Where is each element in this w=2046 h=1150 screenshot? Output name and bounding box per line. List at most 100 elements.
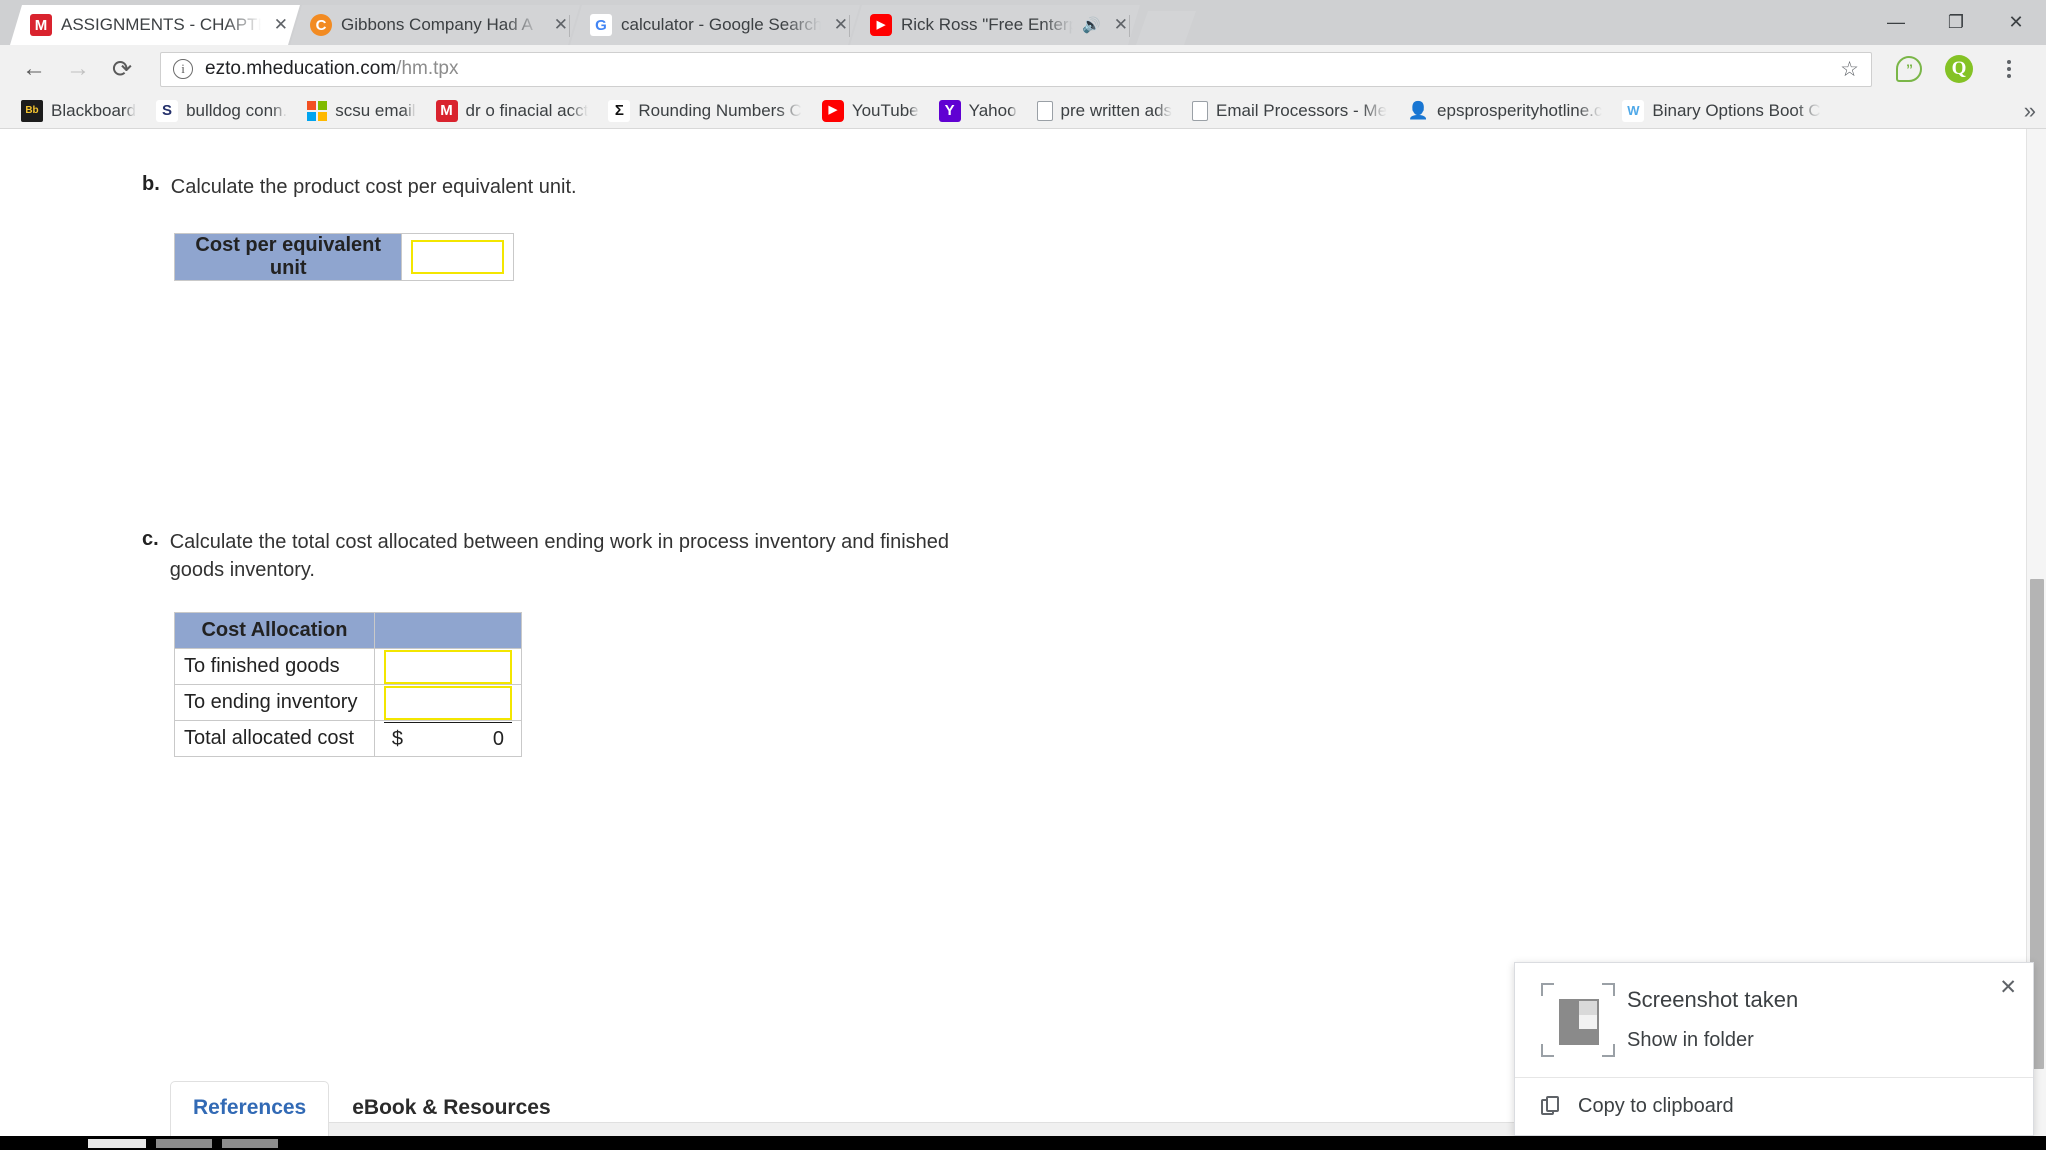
screenshot-thumbnail (1541, 983, 1615, 1057)
address-bar[interactable]: i ezto.mheducation.com/hm.tpx ☆ (160, 51, 1872, 87)
table-row: To ending inventory (174, 684, 523, 721)
tab-ebook-resources[interactable]: eBook & Resources (329, 1081, 573, 1136)
show-in-folder-link[interactable]: Show in folder (1627, 1029, 1798, 1052)
chegg-c-icon: C (310, 14, 332, 36)
bookmark-binary-options-boot[interactable]: W Binary Options Boot C (1613, 96, 1829, 126)
browser-tab-assignments[interactable]: M ASSIGNMENTS - CHAPTER ✕ (10, 5, 300, 45)
mheducation-m-icon: M (435, 99, 458, 122)
total-allocated-cost-value-row: $ 0 (383, 721, 512, 756)
question-b-text: Calculate the product cost per equivalen… (170, 176, 577, 198)
bookmark-label: YouTube (851, 100, 919, 120)
tab-references[interactable]: References (170, 1081, 330, 1136)
table-row: To finished goods (174, 648, 523, 685)
bookmark-scsu-email[interactable]: scsu email (298, 97, 424, 125)
bookmark-rounding-numbers[interactable]: Σ Rounding Numbers C (599, 96, 810, 126)
taskbar-item[interactable] (222, 1138, 278, 1148)
bookmark-label: scsu email (335, 100, 416, 120)
q-glyph: Q (1945, 55, 1973, 83)
table-row: Cost per equivalent unit (173, 233, 514, 281)
back-icon[interactable]: ← (14, 49, 54, 89)
tab-title: ASSIGNMENTS - CHAPTER (61, 15, 261, 34)
tab-strip: M ASSIGNMENTS - CHAPTER ✕ C Gibbons Comp… (0, 0, 2046, 45)
total-allocated-cost-value: 0 (492, 727, 504, 750)
new-tab-button[interactable] (1136, 11, 1196, 45)
bookmark-label: dr o finacial acct (465, 100, 589, 120)
table-row: Total allocated cost $ 0 (174, 720, 523, 757)
bookmark-yahoo[interactable]: Y Yahoo (930, 96, 1026, 126)
browser-tab-rickross[interactable]: ▶ Rick Ross "Free Enterprise" 🔊 ✕ (850, 5, 1140, 45)
notification-close-icon[interactable]: ✕ (1999, 975, 2017, 1000)
bookmark-bulldog-conn[interactable]: S bulldog conn. (147, 96, 296, 126)
mheducation-m-icon: M (30, 14, 52, 36)
cost-per-equivalent-unit-table: Cost per equivalent unit (173, 233, 514, 281)
bookmark-label: Email Processors - Me (1216, 100, 1388, 120)
bookmark-label: Rounding Numbers C (638, 100, 802, 120)
w-icon: W (1622, 99, 1645, 122)
browser-window: M ASSIGNMENTS - CHAPTER ✕ C Gibbons Comp… (0, 0, 2046, 1150)
to-finished-goods-input[interactable] (383, 649, 512, 684)
copy-icon (1541, 1096, 1560, 1117)
q-extension-icon[interactable]: Q (1936, 49, 1982, 89)
close-window-button[interactable]: ✕ (1986, 0, 2046, 45)
bookmark-dr-o-financial-acct[interactable]: M dr o finacial acct (427, 96, 598, 126)
bookmark-youtube[interactable]: ▶ YouTube (813, 96, 928, 126)
bookmark-pre-written-ads[interactable]: pre written ads (1028, 97, 1182, 125)
copy-to-clipboard-label: Copy to clipboard (1578, 1095, 1734, 1117)
question-c-prompt: c. Calculate the total cost allocated be… (142, 528, 1000, 585)
blackboard-icon: Bb (21, 99, 43, 122)
bookmarks-overflow-icon[interactable]: » (2024, 98, 2036, 124)
url-host: ezto.mheducation.com (205, 58, 397, 79)
tab-divider (569, 15, 570, 37)
reload-icon[interactable]: ⟳ (102, 49, 142, 89)
to-ending-inventory-label: To ending inventory (174, 684, 375, 721)
tab-audio-playing-icon[interactable]: 🔊 (1082, 16, 1101, 34)
browser-tab-gibbons[interactable]: C Gibbons Company Had A ✕ (290, 5, 580, 45)
bookmark-label: Binary Options Boot C (1652, 100, 1821, 120)
to-ending-inventory-input-cell[interactable] (373, 684, 523, 721)
google-g-icon: G (590, 14, 612, 36)
tab-divider (1129, 15, 1130, 37)
notification-body: Screenshot taken Show in folder ✕ (1515, 963, 2033, 1077)
hangouts-glyph: ” (1896, 56, 1922, 82)
document-icon (1036, 100, 1053, 121)
site-info-icon[interactable]: i (173, 59, 193, 79)
bookmark-label: pre written ads (1060, 100, 1173, 120)
taskbar-item[interactable] (156, 1138, 212, 1148)
taskbar-item[interactable] (88, 1138, 146, 1148)
bookmark-email-processors[interactable]: Email Processors - Me (1183, 97, 1396, 125)
browser-tab-calculator[interactable]: G calculator - Google Search ✕ (570, 5, 860, 45)
tab-close-icon[interactable]: ✕ (270, 15, 292, 35)
minimize-button[interactable]: — (1866, 0, 1926, 45)
cost-per-equivalent-unit-input[interactable] (411, 240, 504, 274)
url-path: /hm.tpx (396, 58, 459, 79)
url-text: ezto.mheducation.com/hm.tpx (205, 58, 458, 80)
cost-per-equivalent-unit-input-cell[interactable] (401, 233, 514, 281)
currency-symbol: $ (391, 727, 404, 750)
forward-icon[interactable]: → (58, 49, 98, 89)
copy-to-clipboard-button[interactable]: Copy to clipboard (1515, 1077, 2033, 1135)
question-b-letter: b. (142, 173, 160, 195)
os-taskbar[interactable] (0, 1136, 2046, 1150)
chrome-menu-icon[interactable] (1986, 49, 2032, 89)
restore-window-button[interactable]: ❐ (1926, 0, 1986, 45)
question-c-text: Calculate the total cost allocated betwe… (169, 531, 950, 582)
window-controls: — ❐ ✕ (1866, 0, 2046, 45)
tab-divider (849, 15, 850, 37)
notification-title: Screenshot taken (1627, 987, 1799, 1012)
table-header-row: Cost Allocation (174, 612, 523, 649)
bookmark-star-icon[interactable]: ☆ (1840, 57, 1859, 82)
bookmark-label: Blackboard (51, 100, 137, 120)
youtube-play-icon: ▶ (821, 99, 844, 122)
to-ending-inventory-input[interactable] (383, 685, 512, 720)
browser-toolbar: ← → ⟳ i ezto.mheducation.com/hm.tpx ☆ ” … (0, 45, 2046, 93)
to-finished-goods-input-cell[interactable] (373, 648, 523, 685)
hangouts-icon[interactable]: ” (1886, 49, 1932, 89)
notification-texts: Screenshot taken Show in folder (1627, 979, 1798, 1057)
crop-bracket-icon (1541, 1044, 1554, 1057)
question-b: b. Calculate the product cost per equiva… (142, 173, 577, 201)
youtube-play-icon: ▶ (870, 14, 892, 36)
cost-per-equivalent-unit-label: Cost per equivalent unit (173, 233, 403, 281)
cost-allocation-header-blank (373, 612, 523, 649)
bookmark-epsprosperityhotline[interactable]: 👤 epsprosperityhotline.c (1398, 96, 1611, 126)
bookmark-blackboard[interactable]: Bb Blackboard (12, 96, 145, 126)
